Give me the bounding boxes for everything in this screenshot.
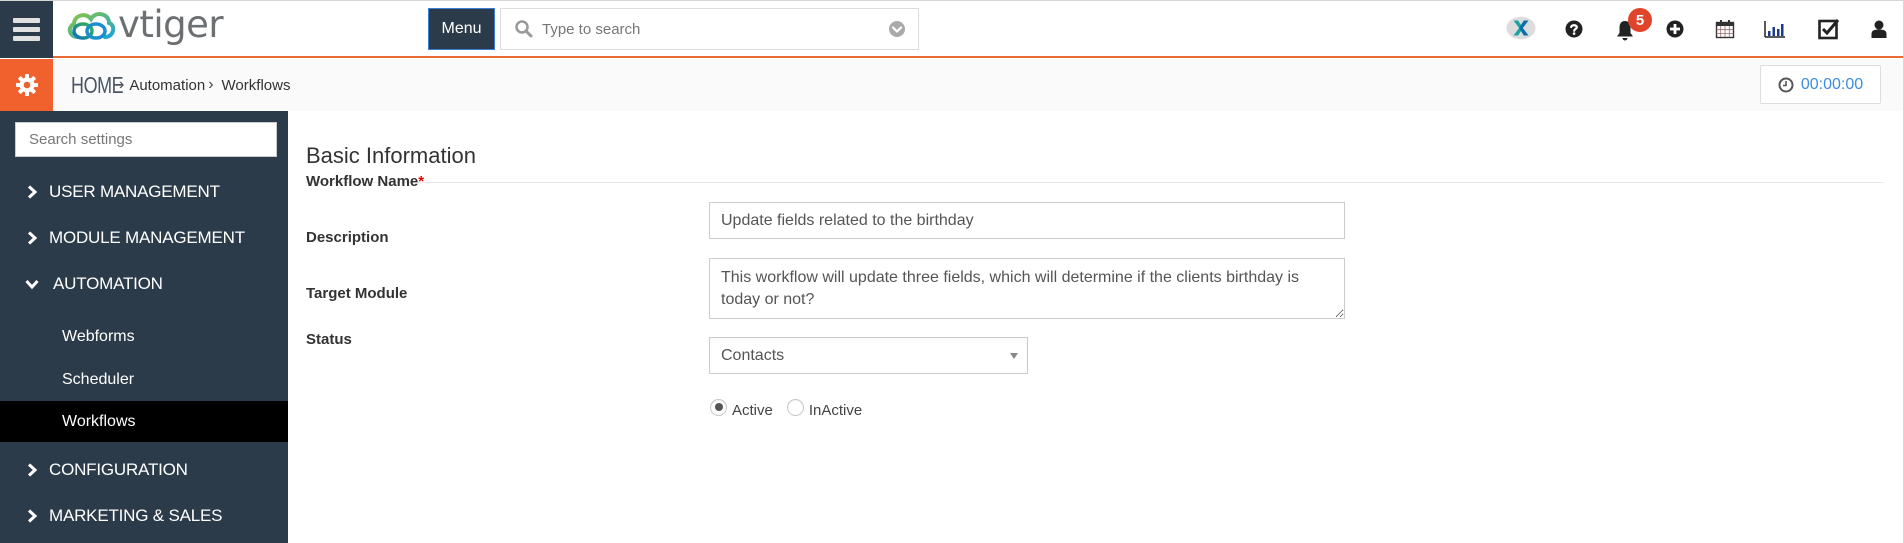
timer-button[interactable]: 00:00:00 [1760,65,1881,104]
vtiger-logo[interactable]: vtiger [64,2,224,47]
sidebar-item-workflows[interactable]: Workflows [0,401,288,442]
app-switcher-icon[interactable] [1506,13,1536,43]
chevron-down-icon [25,279,39,290]
sidebar-section-configuration[interactable]: CONFIGURATION [0,449,288,491]
target-module-selected-value: Contacts [721,346,785,364]
user-profile-icon[interactable] [1864,14,1894,44]
status-inactive-label[interactable]: InActive [809,402,862,419]
sidebar-section-automation[interactable]: AUTOMATION [0,263,288,305]
clock-icon [1778,77,1794,92]
timer-value: 00:00:00 [1800,75,1864,93]
help-icon[interactable] [1559,14,1589,44]
top-navigation-bar: vtiger Menu 5 [0,1,1903,58]
tasks-checkbox-icon[interactable] [1814,14,1844,44]
workflow-name-input[interactable] [709,202,1345,239]
workflow-name-label: Workflow Name* [306,173,424,190]
hamburger-icon-line [13,27,40,32]
status-radio-group: Active InActive [710,396,862,419]
breadcrumb-home-link[interactable]: HOME [71,72,124,99]
sidebar-section-label: MARKETING & SALES [49,506,223,525]
status-active-label[interactable]: Active [732,402,773,419]
section-divider [306,182,1884,183]
brand-name: vtiger [118,2,224,46]
sidebar-section-label: AUTOMATION [53,274,163,293]
description-label: Description [306,229,389,246]
quick-create-add-icon[interactable] [1660,14,1690,44]
breadcrumb: HOME › Automation › Workflows [71,59,290,111]
chevron-right-icon [27,231,38,245]
chevron-right-icon [27,509,38,523]
menu-button[interactable]: Menu [428,8,495,50]
sidebar-section-label: USER MANAGEMENT [49,182,220,201]
required-marker: * [418,173,425,190]
status-label: Status [306,331,352,348]
workflow-edit-form: Basic Information Workflow Name* Descrip… [288,111,1903,543]
chevron-right-icon [27,185,38,199]
search-icon [515,20,533,38]
sidebar-section-marketing-sales[interactable]: MARKETING & SALES [0,495,288,537]
status-inactive-radio[interactable] [786,399,804,416]
hamburger-icon-line [13,18,40,23]
cloud-logo-icon [67,12,116,40]
target-module-label: Target Module [306,285,408,302]
global-search-input[interactable] [542,20,888,38]
sidebar-item-webforms[interactable]: Webforms [0,316,288,357]
gear-icon [15,74,38,96]
status-active-radio[interactable] [710,399,727,416]
hamburger-icon-line [13,36,40,41]
chevron-right-icon [27,463,38,477]
description-textarea[interactable]: This workflow will update three fields, … [709,258,1345,319]
sidebar-section-label: CONFIGURATION [49,460,188,479]
calendar-icon[interactable] [1710,14,1740,44]
target-module-select[interactable]: Contacts [709,337,1028,374]
search-options-chevron-icon[interactable] [888,20,906,38]
breadcrumb-workflows-link[interactable]: Workflows [222,77,291,94]
hamburger-menu-button[interactable] [0,1,53,58]
workflow-name-label-text: Workflow Name [306,173,419,190]
notification-count-badge: 5 [1628,8,1652,32]
settings-search-input[interactable] [15,122,277,157]
breadcrumb-bar: HOME › Automation › Workflows 00:00:00 [0,59,1903,111]
sidebar-item-scheduler[interactable]: Scheduler [0,359,288,400]
breadcrumb-automation-link[interactable]: Automation [129,77,205,94]
sidebar-section-module-management[interactable]: MODULE MANAGEMENT [0,217,288,259]
reports-chart-icon[interactable] [1760,14,1790,44]
section-title: Basic Information [306,143,476,168]
sidebar-section-label: MODULE MANAGEMENT [49,228,245,247]
settings-sidebar: USER MANAGEMENT MODULE MANAGEMENT AUTOMA… [0,111,288,543]
sidebar-section-user-management[interactable]: USER MANAGEMENT [0,171,288,213]
settings-gear-button[interactable] [0,59,53,111]
dropdown-arrow-icon [1010,353,1018,359]
breadcrumb-separator-icon: › [208,76,214,93]
global-search-box [500,8,919,50]
